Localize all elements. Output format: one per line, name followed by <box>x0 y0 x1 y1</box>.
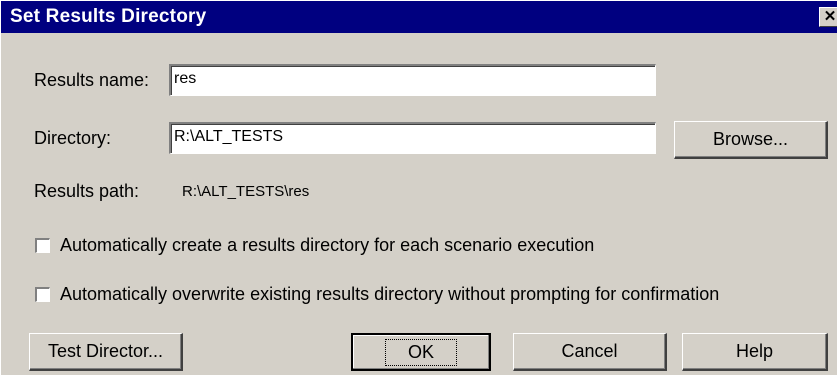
auto-create-label[interactable]: Automatically create a results directory… <box>60 235 594 256</box>
results-path-label: Results path: <box>34 181 140 201</box>
directory-input[interactable]: R:\ALT_TESTS <box>169 122 656 154</box>
results-name-label: Results name: <box>34 70 150 90</box>
auto-overwrite-checkbox[interactable] <box>35 287 50 302</box>
ok-button-label: OK <box>384 338 457 366</box>
cancel-button[interactable]: Cancel <box>513 333 667 371</box>
browse-button[interactable]: Browse... <box>674 121 828 159</box>
title-bar: Set Results Directory ✕ <box>1 1 837 33</box>
dialog-title: Set Results Directory <box>10 6 207 27</box>
help-button[interactable]: Help <box>682 333 828 371</box>
auto-overwrite-checkbox-row[interactable]: Automatically overwrite existing results… <box>35 284 719 305</box>
directory-label: Directory: <box>34 128 112 148</box>
auto-create-checkbox[interactable] <box>35 238 50 253</box>
auto-create-checkbox-row[interactable]: Automatically create a results directory… <box>35 235 594 256</box>
test-director-button[interactable]: Test Director... <box>29 333 183 371</box>
ok-button[interactable]: OK <box>351 333 491 371</box>
set-results-directory-dialog: Set Results Directory ✕ Results name: re… <box>0 0 837 375</box>
auto-overwrite-label[interactable]: Automatically overwrite existing results… <box>60 284 719 305</box>
results-name-input[interactable]: res <box>169 64 656 96</box>
close-icon[interactable]: ✕ <box>819 7 837 27</box>
results-path-value: R:\ALT_TESTS\res <box>182 183 310 200</box>
